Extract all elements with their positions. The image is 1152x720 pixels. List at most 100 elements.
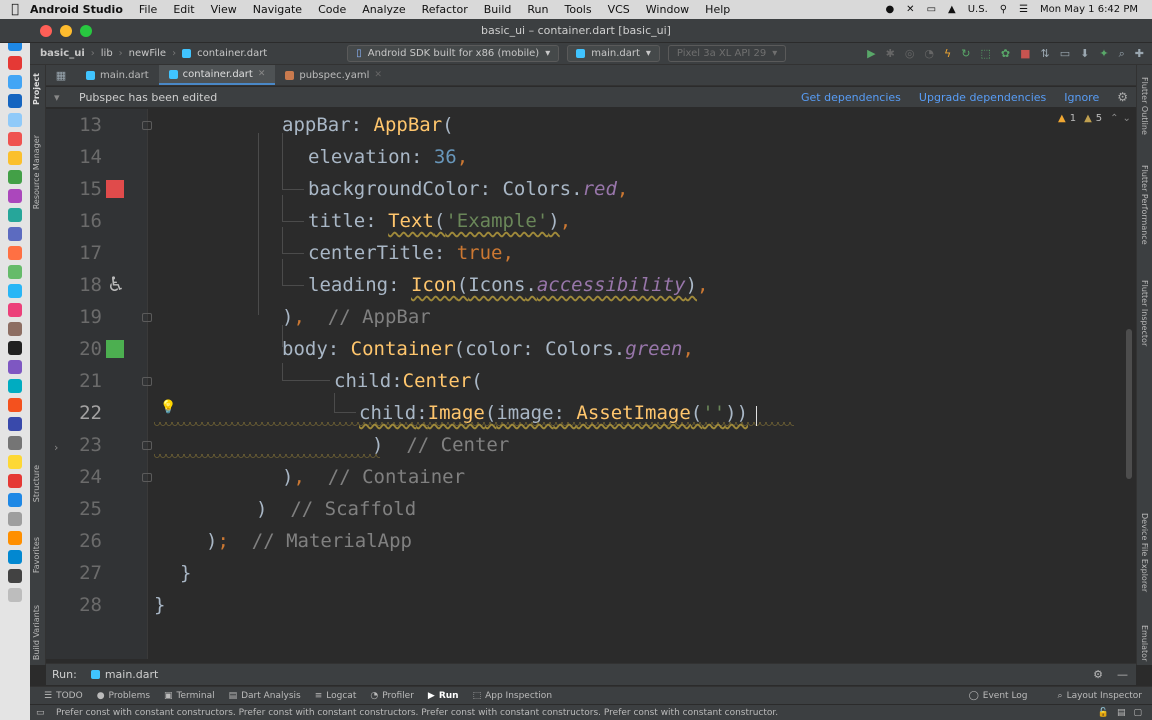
dock-app-icon[interactable]: [8, 132, 22, 146]
dock-app-icon[interactable]: [8, 322, 22, 336]
editor-scrollbar[interactable]: [1126, 329, 1132, 479]
search-icon[interactable]: ⌕: [1119, 47, 1125, 61]
run-icon[interactable]: ▶: [867, 47, 875, 60]
tool-window-run[interactable]: ▶ Run: [428, 691, 459, 701]
menu-help[interactable]: Help: [705, 3, 730, 16]
gear-icon[interactable]: ⚙: [1117, 90, 1128, 104]
dock-trash-icon[interactable]: [8, 588, 22, 602]
upgrade-dependencies-link[interactable]: Upgrade dependencies: [919, 91, 1046, 104]
dock-app-icon[interactable]: [8, 113, 22, 127]
sdk-manager-icon[interactable]: ⬇: [1080, 47, 1089, 60]
profile-icon[interactable]: ◔: [924, 47, 934, 60]
dock-app-icon[interactable]: [8, 189, 22, 203]
android-icon[interactable]: ✿: [1001, 47, 1010, 60]
menu-clock[interactable]: Mon May 1 6:42 PM: [1040, 4, 1138, 15]
run-config-tab[interactable]: main.dart: [90, 668, 158, 681]
flutter-attach-icon[interactable]: ⬚: [981, 47, 991, 60]
tool-tab-resource-manager[interactable]: Resource Manager: [32, 135, 41, 209]
memory-indicator-icon[interactable]: ▤: [1117, 708, 1126, 718]
chevron-up-icon[interactable]: ⌃: [1110, 113, 1118, 124]
tab-container-dart[interactable]: container.dart ✕: [158, 65, 276, 85]
breadcrumb-newfile[interactable]: newFile: [129, 48, 166, 59]
tool-tab-structure[interactable]: Structure: [32, 465, 41, 502]
gear-icon[interactable]: ⚙: [1093, 668, 1103, 681]
run-config-selector[interactable]: main.dart ▾: [567, 45, 660, 62]
green-color-swatch-icon[interactable]: [106, 340, 124, 358]
dock-app-icon[interactable]: [8, 550, 22, 564]
dock-app-icon[interactable]: [8, 151, 22, 165]
dock-app-icon[interactable]: [8, 398, 22, 412]
lock-icon[interactable]: 🔓: [1098, 708, 1109, 718]
breadcrumb-lib[interactable]: lib: [101, 48, 113, 59]
dock-app-icon[interactable]: [8, 360, 22, 374]
menu-code[interactable]: Code: [318, 3, 346, 16]
menu-analyze[interactable]: Analyze: [362, 3, 405, 16]
dock-app-icon[interactable]: [8, 94, 22, 108]
tool-window-app-inspection[interactable]: ⬚ App Inspection: [473, 691, 552, 701]
fold-marker[interactable]: [142, 121, 152, 130]
close-tab-icon[interactable]: ✕: [258, 69, 266, 79]
tool-window-logcat[interactable]: ≡ Logcat: [315, 691, 357, 701]
tool-tab-flutter-performance[interactable]: Flutter Performance: [1140, 165, 1149, 245]
bluetooth-icon[interactable]: ✕: [906, 4, 914, 15]
menu-refactor[interactable]: Refactor: [422, 3, 468, 16]
minimize-window-button[interactable]: [60, 25, 72, 37]
dock-app-icon[interactable]: [8, 227, 22, 241]
code-editor[interactable]: ▲ 1 ▲ 5 ⌃ ⌄ 13 14 15 16 17 18 19 20 21 2…: [46, 109, 1136, 659]
red-color-swatch-icon[interactable]: [106, 180, 124, 198]
minimize-panel-icon[interactable]: —: [1117, 668, 1128, 681]
toggle-tool-windows-icon[interactable]: ▭: [36, 708, 45, 718]
dock-app-icon[interactable]: [8, 474, 22, 488]
dock-app-icon[interactable]: [8, 379, 22, 393]
inspection-widget[interactable]: ▲ 1 ▲ 5 ⌃ ⌄: [1058, 113, 1131, 124]
tab-main-dart[interactable]: main.dart: [76, 65, 159, 85]
fold-marker[interactable]: [142, 377, 152, 386]
close-window-button[interactable]: [40, 25, 52, 37]
dock-app-icon[interactable]: [8, 512, 22, 526]
menu-vcs[interactable]: VCS: [608, 3, 630, 16]
close-tab-icon[interactable]: ✕: [374, 70, 382, 80]
input-source[interactable]: U.S.: [968, 4, 988, 15]
fold-marker[interactable]: [142, 473, 152, 482]
record-icon[interactable]: ●: [885, 4, 894, 15]
dock-app-icon[interactable]: [8, 341, 22, 355]
project-view-icon[interactable]: ▦: [46, 65, 76, 85]
spotlight-icon[interactable]: ⚲: [1000, 4, 1007, 15]
sync-icon[interactable]: ⇅: [1041, 47, 1050, 60]
tool-tab-emulator[interactable]: Emulator: [1140, 625, 1149, 661]
dock-app-icon[interactable]: [8, 417, 22, 431]
dock-app-icon[interactable]: [8, 246, 22, 260]
menu-view[interactable]: View: [211, 3, 237, 16]
ignore-link[interactable]: Ignore: [1064, 91, 1099, 104]
dock-app-icon[interactable]: [8, 284, 22, 298]
menu-tools[interactable]: Tools: [564, 3, 591, 16]
dock-app-icon[interactable]: [8, 436, 22, 450]
tool-window-terminal[interactable]: ▣ Terminal: [164, 691, 215, 701]
lightbulb-icon[interactable]: 💡: [160, 400, 176, 415]
menu-file[interactable]: File: [139, 3, 157, 16]
tool-tab-project[interactable]: Project: [32, 73, 41, 105]
tool-window-profiler[interactable]: ◔ Profiler: [370, 691, 414, 701]
dock-app-icon[interactable]: [8, 265, 22, 279]
menu-window[interactable]: Window: [646, 3, 689, 16]
accessibility-icon[interactable]: ♿: [107, 272, 125, 296]
expand-arrow-icon[interactable]: ›: [54, 441, 58, 454]
settings-icon[interactable]: ✚: [1135, 47, 1144, 60]
device-selector[interactable]: ▯ Android SDK built for x86 (mobile) ▾: [347, 45, 560, 62]
menu-run[interactable]: Run: [527, 3, 548, 16]
hot-restart-icon[interactable]: ↻: [961, 47, 970, 60]
tool-tab-flutter-outline[interactable]: Flutter Outline: [1140, 77, 1149, 135]
control-center-icon[interactable]: ☰: [1019, 4, 1028, 15]
tool-tab-device-file-explorer[interactable]: Device File Explorer: [1140, 513, 1149, 592]
breadcrumb-project[interactable]: basic_ui: [40, 48, 85, 59]
fold-marker[interactable]: [142, 441, 152, 450]
avd-selector[interactable]: Pixel 3a XL API 29 ▾: [667, 45, 787, 62]
get-dependencies-link[interactable]: Get dependencies: [801, 91, 901, 104]
dock-app-icon[interactable]: [8, 75, 22, 89]
dock-app-icon[interactable]: [8, 303, 22, 317]
notifications-icon[interactable]: ▢: [1133, 708, 1142, 718]
dock-app-icon[interactable]: [8, 208, 22, 222]
chevron-down-icon[interactable]: ▾: [54, 91, 60, 104]
dock-app-icon[interactable]: [8, 531, 22, 545]
dock-app-icon[interactable]: [8, 493, 22, 507]
